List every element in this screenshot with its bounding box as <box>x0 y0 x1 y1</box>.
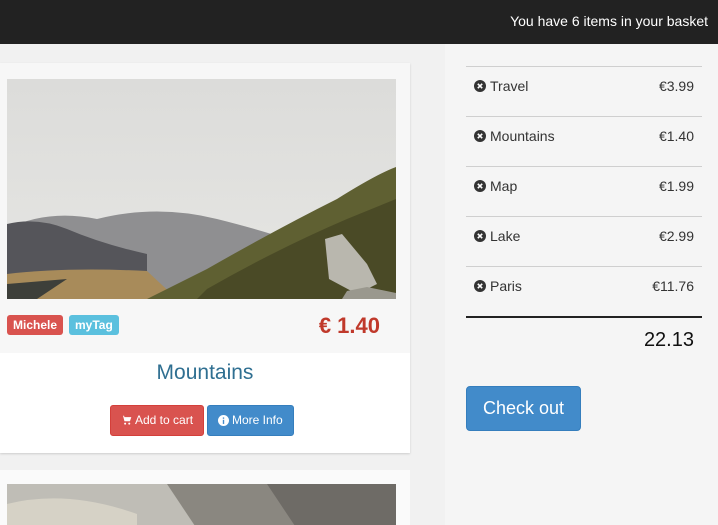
more-info-button[interactable]: More Info <box>207 405 294 436</box>
remove-circle-icon[interactable] <box>474 180 486 192</box>
product-price: € 1.40 <box>318 313 380 338</box>
info-circle-icon <box>218 415 229 426</box>
basket-item: Mountains €1.40 <box>466 116 702 166</box>
basket-sidebar: Travel €3.99 Mountains €1.40 Map €1.99 L… <box>445 44 718 525</box>
shopping-cart-icon <box>121 415 132 425</box>
basket-list: Travel €3.99 Mountains €1.40 Map €1.99 L… <box>466 66 702 316</box>
top-navbar: You have 6 items in your basket <box>0 0 718 44</box>
add-to-cart-button[interactable]: Add to cart <box>110 405 205 436</box>
basket-total: 22.13 <box>643 329 694 351</box>
remove-circle-icon[interactable] <box>474 80 486 92</box>
basket-item-name: Paris <box>490 278 522 294</box>
product-card <box>0 470 410 525</box>
basket-count-text: You have 6 items in your basket <box>510 13 708 29</box>
basket-item: Map €1.99 <box>466 166 702 216</box>
basket-item-price: €1.40 <box>658 128 694 144</box>
basket-item: Lake €2.99 <box>466 216 702 266</box>
product-title[interactable]: Mountains <box>0 361 410 385</box>
total-divider <box>466 316 702 318</box>
basket-item-name: Mountains <box>490 128 555 144</box>
product-image <box>7 484 396 525</box>
basket-item-price: €2.99 <box>658 228 694 244</box>
checkout-button[interactable]: Check out <box>466 386 581 431</box>
basket-item-price: €3.99 <box>658 78 694 94</box>
product-image <box>7 79 396 299</box>
basket-item: Paris €11.76 <box>466 266 702 316</box>
basket-item-name: Travel <box>490 78 529 94</box>
tag-badge-mytag[interactable]: myTag <box>69 315 119 335</box>
product-card-footer: Mountains Add to cart More Info <box>0 353 410 453</box>
add-to-cart-label: Add to cart <box>135 413 194 427</box>
remove-circle-icon[interactable] <box>474 230 486 242</box>
basket-item-price: €1.99 <box>658 178 694 194</box>
basket-item: Travel €3.99 <box>466 66 702 116</box>
more-info-label: More Info <box>232 413 283 427</box>
basket-item-price: €11.76 <box>652 278 694 294</box>
remove-circle-icon[interactable] <box>474 280 486 292</box>
tag-badge-michele[interactable]: Michele <box>7 315 64 335</box>
product-card: Michele myTag € 1.40 Mountains Add to ca… <box>0 63 410 453</box>
basket-item-name: Lake <box>490 228 521 244</box>
remove-circle-icon[interactable] <box>474 130 486 142</box>
basket-item-name: Map <box>490 178 518 194</box>
